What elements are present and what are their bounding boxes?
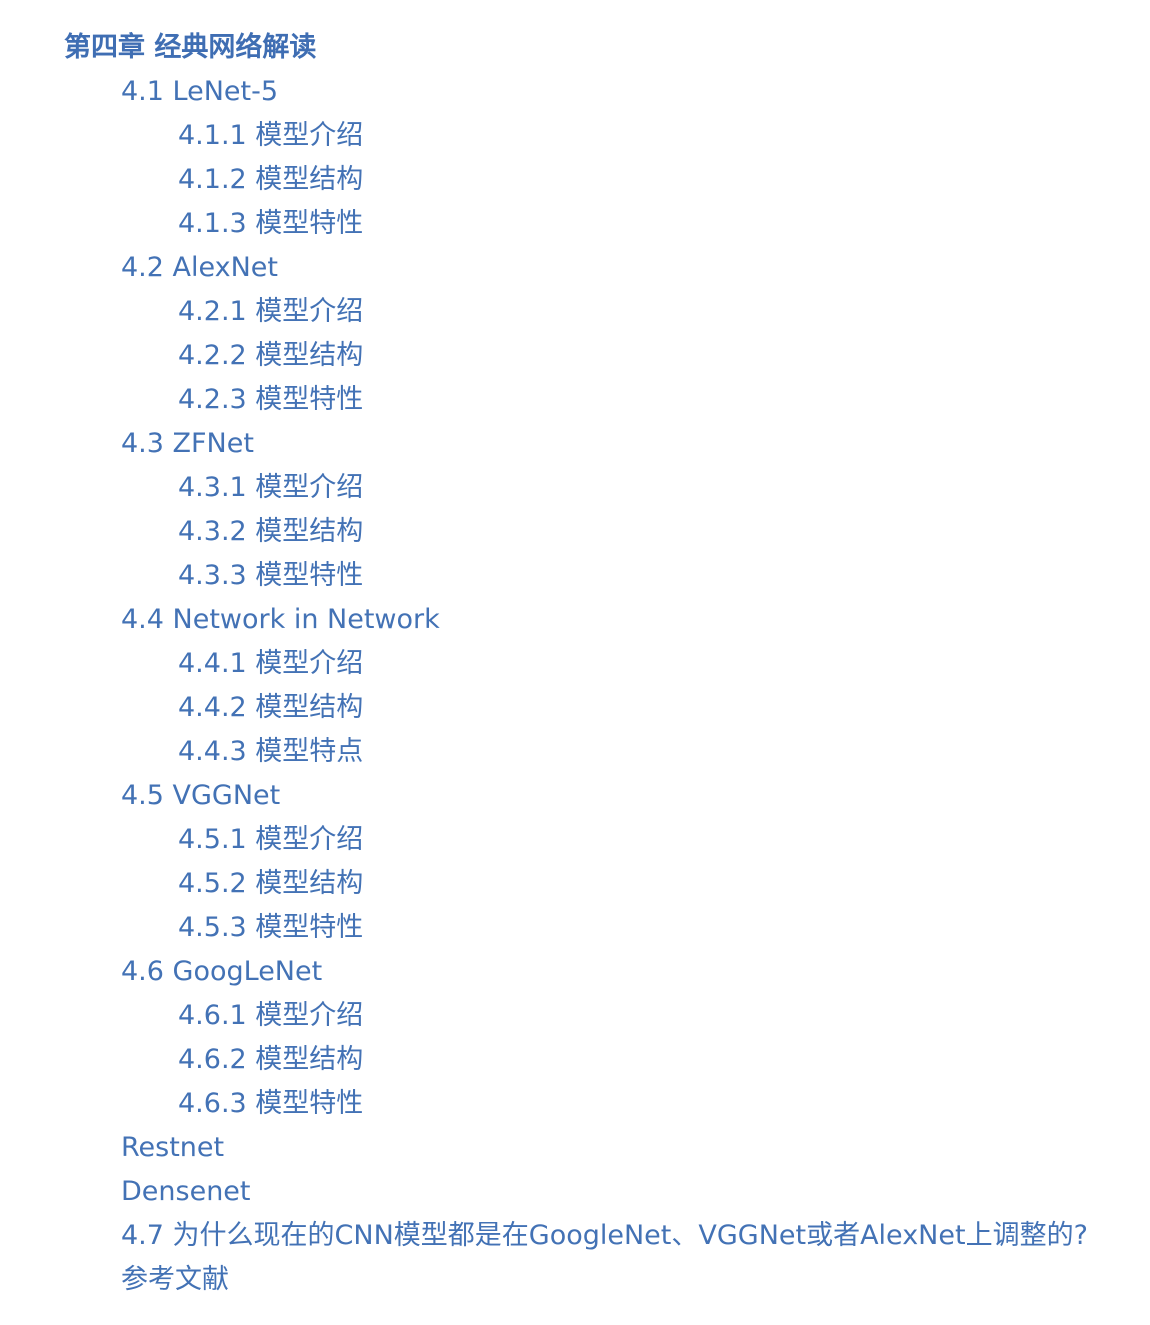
toc-link-4-5[interactable]: 4.5 VGGNet xyxy=(0,774,1150,818)
toc-link-4-5-1[interactable]: 4.5.1 模型介绍 xyxy=(0,818,1150,862)
toc-chapter-title[interactable]: 第四章 经典网络解读 xyxy=(0,26,1150,70)
toc-link-4-3-1[interactable]: 4.3.1 模型介绍 xyxy=(0,466,1150,510)
toc-link-4-6-1[interactable]: 4.6.1 模型介绍 xyxy=(0,994,1150,1038)
toc-link-4-1-2[interactable]: 4.1.2 模型结构 xyxy=(0,158,1150,202)
toc-link-4-6[interactable]: 4.6 GoogLeNet xyxy=(0,950,1150,994)
toc-link-4-1-1[interactable]: 4.1.1 模型介绍 xyxy=(0,114,1150,158)
toc-link-4-7[interactable]: 4.7 为什么现在的CNN模型都是在GoogleNet、VGGNet或者Alex… xyxy=(0,1214,1150,1258)
toc-link-4-4-1[interactable]: 4.4.1 模型介绍 xyxy=(0,642,1150,686)
toc-link-4-2-3[interactable]: 4.2.3 模型特性 xyxy=(0,378,1150,422)
toc-link-4-3-3[interactable]: 4.3.3 模型特性 xyxy=(0,554,1150,598)
toc-link-4-3-2[interactable]: 4.3.2 模型结构 xyxy=(0,510,1150,554)
toc-link-4-2[interactable]: 4.2 AlexNet xyxy=(0,246,1150,290)
table-of-contents: 第四章 经典网络解读 4.1 LeNet-5 4.1.1 模型介绍 4.1.2 … xyxy=(0,26,1150,1302)
toc-link-4-2-1[interactable]: 4.2.1 模型介绍 xyxy=(0,290,1150,334)
toc-link-densenet[interactable]: Densenet xyxy=(0,1170,1150,1214)
toc-link-4-1[interactable]: 4.1 LeNet-5 xyxy=(0,70,1150,114)
toc-link-4-5-3[interactable]: 4.5.3 模型特性 xyxy=(0,906,1150,950)
toc-link-4-2-2[interactable]: 4.2.2 模型结构 xyxy=(0,334,1150,378)
toc-link-4-1-3[interactable]: 4.1.3 模型特性 xyxy=(0,202,1150,246)
toc-link-4-3[interactable]: 4.3 ZFNet xyxy=(0,422,1150,466)
toc-link-4-6-3[interactable]: 4.6.3 模型特性 xyxy=(0,1082,1150,1126)
toc-link-4-4-2[interactable]: 4.4.2 模型结构 xyxy=(0,686,1150,730)
toc-link-4-6-2[interactable]: 4.6.2 模型结构 xyxy=(0,1038,1150,1082)
toc-link-4-4-3[interactable]: 4.4.3 模型特点 xyxy=(0,730,1150,774)
toc-link-restnet[interactable]: Restnet xyxy=(0,1126,1150,1170)
toc-link-4-4[interactable]: 4.4 Network in Network xyxy=(0,598,1150,642)
toc-link-references[interactable]: 参考文献 xyxy=(0,1258,1150,1302)
toc-link-4-5-2[interactable]: 4.5.2 模型结构 xyxy=(0,862,1150,906)
